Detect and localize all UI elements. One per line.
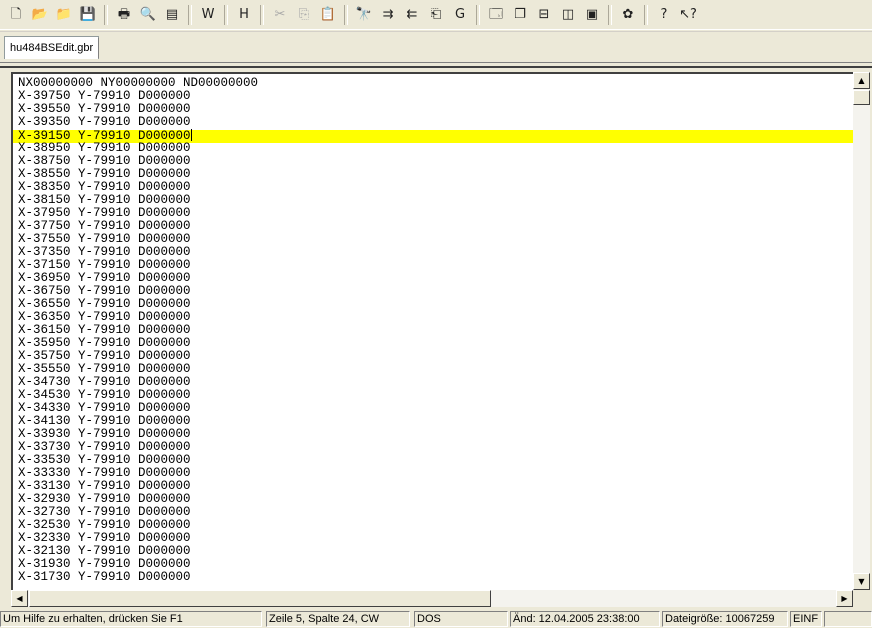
context-help-button[interactable]: ↖? — [677, 4, 699, 26]
toolbar-separator — [476, 4, 480, 25]
cascade-button[interactable]: ❐ — [509, 4, 531, 26]
context-help-icon: ↖? — [679, 7, 697, 22]
print-icon: 🖶 — [117, 7, 131, 22]
editor-line: X-39350 Y-79910 D000000 — [18, 115, 191, 129]
arrange-button[interactable]: ▣ — [581, 4, 603, 26]
pane-splitter[interactable] — [0, 62, 872, 68]
vertical-scrollbar[interactable]: ▲ ▼ — [853, 72, 870, 590]
find-icon: 🔭 — [355, 7, 373, 22]
status-empty-pane — [824, 611, 872, 627]
print-preview-button[interactable]: 🔍 — [137, 4, 159, 26]
tab-divider — [98, 38, 99, 58]
status-insert-mode: EINF — [790, 611, 822, 627]
open-folder-dark-icon: 📁 — [55, 7, 73, 22]
help-icon: ? — [660, 7, 668, 22]
paste-button[interactable]: 📋 — [317, 4, 339, 26]
find-previous-button[interactable]: ⇇ — [401, 4, 423, 26]
new-file-icon: 🗋 — [10, 7, 22, 22]
find-button[interactable]: 🔭 — [353, 4, 375, 26]
tile-vertical-icon: ◫ — [561, 7, 575, 22]
document-tab-strip: hu484BSEdit.gbr — [0, 31, 872, 65]
open-folder-icon: 📂 — [31, 7, 49, 22]
open-folder-button[interactable]: 📂 — [29, 4, 51, 26]
toolbar-separator — [104, 4, 108, 25]
scrollbar-corner — [853, 590, 872, 607]
vertical-scroll-thumb[interactable] — [853, 90, 870, 105]
page-setup-button[interactable]: ▤ — [161, 4, 183, 26]
toolbar-separator — [260, 4, 264, 25]
open-folder-dark-button[interactable]: 📁 — [53, 4, 75, 26]
find-next-button[interactable]: ⇉ — [377, 4, 399, 26]
arrow-down-icon: ▼ — [858, 577, 865, 586]
toolbar-separator — [224, 4, 228, 25]
find-next-icon: ⇉ — [382, 7, 394, 22]
tab-label: hu484BSEdit.gbr — [10, 42, 94, 54]
macro-icon: ✿ — [622, 7, 634, 22]
status-line-format: DOS — [414, 611, 508, 627]
editor-lines: NX00000000 NY00000000 ND00000000 X-39750 … — [18, 77, 258, 584]
tab-hu484bsedit[interactable]: hu484BSEdit.gbr — [4, 36, 100, 59]
scroll-left-button[interactable]: ◀ — [11, 590, 28, 607]
text-caret — [190, 129, 192, 141]
scroll-up-button[interactable]: ▲ — [853, 72, 870, 89]
horizontal-scroll-thumb[interactable] — [29, 590, 491, 607]
cut-icon: ✂ — [274, 7, 286, 22]
editor-line: X-31730 Y-79910 D000000 — [18, 570, 191, 584]
toolbar-separator — [608, 4, 612, 25]
copy-icon: ⎘ — [298, 7, 310, 22]
cascade-icon: ❐ — [514, 7, 526, 22]
main-toolbar: 🗋 📂 📁 💾 🖶 🔍 ▤ W H ✂ ⎘ 📋 🔭 ⇉ ⇇ ⎗ G 🗔 ❐ ⊟ ◫ ▣ ✿? ↖? — [0, 0, 872, 30]
find-previous-icon: ⇇ — [406, 7, 418, 22]
toolbar-separator — [188, 4, 192, 25]
tile-horizontal-button[interactable]: ⊟ — [533, 4, 555, 26]
print-preview-icon: 🔍 — [139, 7, 157, 22]
macro-button[interactable]: ✿ — [617, 4, 639, 26]
new-window-icon: 🗔 — [488, 7, 504, 22]
horizontal-scrollbar[interactable]: ◀ ▶ — [11, 590, 853, 607]
save-disk-button[interactable]: 💾 — [77, 4, 99, 26]
new-file-button[interactable]: 🗋 — [5, 4, 27, 26]
save-disk-icon: 💾 — [79, 7, 97, 22]
hex-mode-icon: H — [239, 7, 249, 22]
tile-vertical-button[interactable]: ◫ — [557, 4, 579, 26]
word-wrap-button[interactable]: W — [197, 4, 219, 26]
toolbar-separator — [644, 4, 648, 25]
status-help-text: Um Hilfe zu erhalten, drücken Sie F1 — [0, 611, 262, 627]
status-bar: Um Hilfe zu erhalten, drücken Sie F1 Zei… — [0, 610, 872, 628]
copy-button[interactable]: ⎘ — [293, 4, 315, 26]
arrow-right-icon: ▶ — [841, 594, 848, 603]
page-setup-icon: ▤ — [165, 7, 179, 22]
status-cursor-position: Zeile 5, Spalte 24, CW — [266, 611, 410, 627]
hex-mode-button[interactable]: H — [233, 4, 255, 26]
tile-horizontal-icon: ⊟ — [538, 7, 550, 22]
word-wrap-icon: W — [201, 7, 215, 22]
replace-icon: ⎗ — [430, 7, 442, 22]
text-editor[interactable]: NX00000000 NY00000000 ND00000000 X-39750 … — [11, 72, 853, 590]
toolbar-separator — [344, 4, 348, 25]
status-file-size: Dateigröße: 10067259 — [662, 611, 788, 627]
arrow-up-icon: ▲ — [858, 76, 865, 85]
scroll-right-button[interactable]: ▶ — [836, 590, 853, 607]
new-window-button[interactable]: 🗔 — [485, 4, 507, 26]
goto-icon: G — [454, 7, 466, 22]
print-button[interactable]: 🖶 — [113, 4, 135, 26]
status-modified-date: Änd: 12.04.2005 23:38:00 — [510, 611, 660, 627]
scroll-down-button[interactable]: ▼ — [853, 573, 870, 590]
paste-icon: 📋 — [319, 7, 337, 22]
arrange-icon: ▣ — [585, 7, 599, 22]
arrow-left-icon: ◀ — [16, 594, 23, 603]
help-button[interactable]: ? — [653, 4, 675, 26]
replace-button[interactable]: ⎗ — [425, 4, 447, 26]
cut-button[interactable]: ✂ — [269, 4, 291, 26]
goto-button[interactable]: G — [449, 4, 471, 26]
